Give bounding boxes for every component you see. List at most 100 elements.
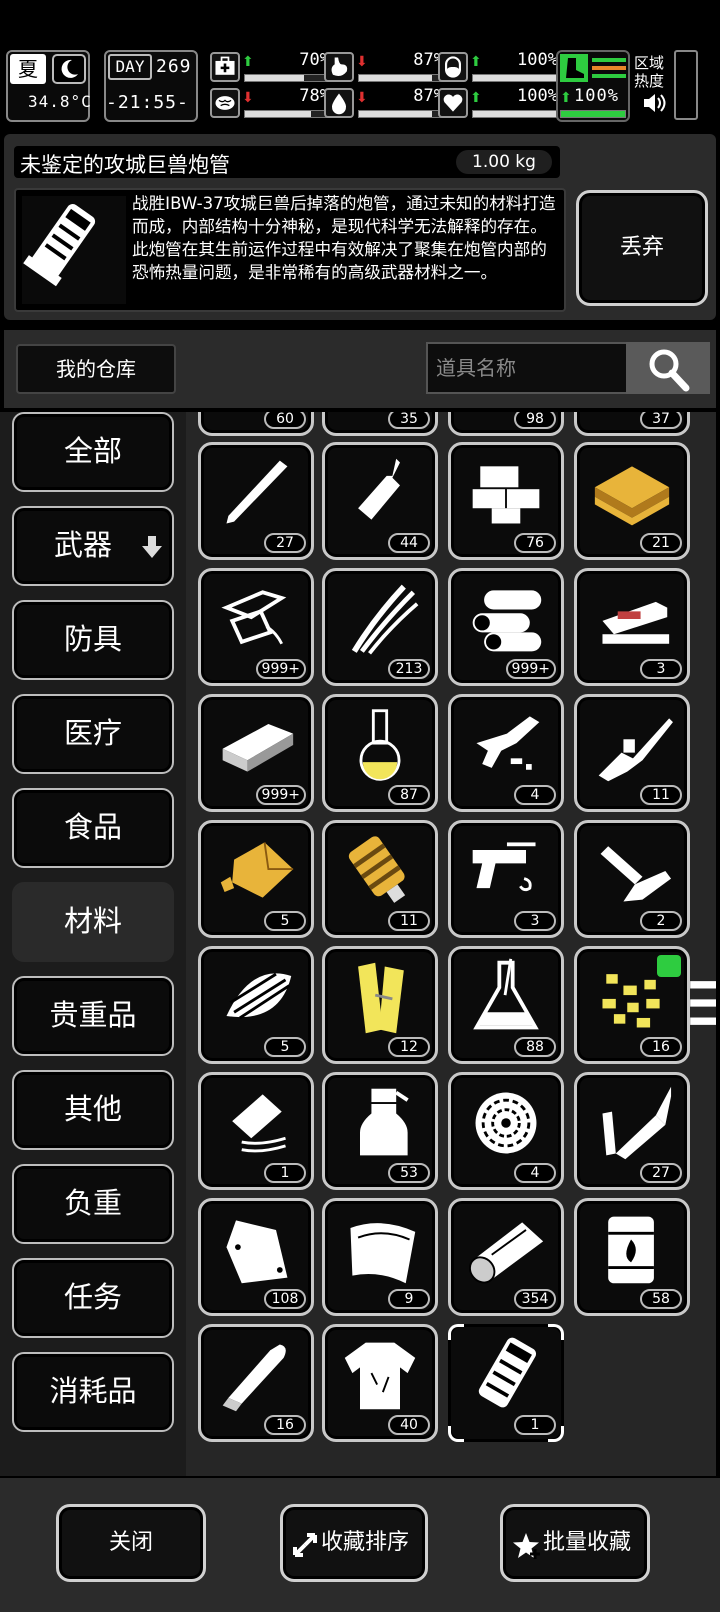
gold-wood-icon xyxy=(358,962,404,1034)
zone-heat-label: 区域 热度 xyxy=(634,54,665,90)
item-count: 999+ xyxy=(255,785,306,805)
bamboo-bundle-icon xyxy=(226,972,292,1020)
inventory-slot[interactable]: 11 xyxy=(574,694,690,812)
item-count: 11 xyxy=(388,911,430,931)
item-count: 37 xyxy=(640,412,682,429)
speaker-icon[interactable] xyxy=(642,92,666,114)
category-tab-4[interactable]: 食品 xyxy=(12,788,174,868)
favorite-sort-button[interactable]: 收藏排序 xyxy=(280,1504,428,1582)
warehouse-tab[interactable]: 我的仓库 xyxy=(16,344,176,394)
inventory-slot[interactable]: 76 xyxy=(448,442,564,560)
item-count: 9 xyxy=(388,1289,430,1309)
inventory-slot[interactable]: 87 xyxy=(322,694,438,812)
inventory-slot[interactable]: 9 xyxy=(322,1198,438,1316)
stat-trend-arrow: ⬇ xyxy=(356,54,368,70)
inventory-slot[interactable]: 88 xyxy=(448,946,564,1064)
category-tab-3[interactable]: 医疗 xyxy=(12,694,174,774)
category-tab-0[interactable]: 全部 xyxy=(12,412,174,492)
inventory-slot-partial[interactable]: 35 xyxy=(322,412,438,436)
item-count: 999+ xyxy=(505,659,556,679)
inventory-slot[interactable]: 108 xyxy=(198,1198,314,1316)
inventory-slot[interactable]: 58 xyxy=(574,1198,690,1316)
item-count: 27 xyxy=(640,1163,682,1183)
category-tab-5[interactable]: 材料 xyxy=(12,882,174,962)
stamina-trend-arrow: ⬆ xyxy=(560,90,572,106)
inventory-slot[interactable]: 11 xyxy=(322,820,438,938)
pistol-parts-icon xyxy=(472,842,536,892)
category-label: 贵重品 xyxy=(49,998,137,1032)
time-panel: DAY 269 -21:55- xyxy=(104,50,198,122)
category-tab-2[interactable]: 防具 xyxy=(12,600,174,680)
inventory-slot[interactable]: 21 xyxy=(574,442,690,560)
inventory-slot[interactable]: 40 xyxy=(322,1324,438,1442)
stat-bar xyxy=(358,74,444,82)
inventory-slot[interactable]: 3 xyxy=(574,568,690,686)
item-count: 354 xyxy=(514,1289,556,1309)
category-tab-9[interactable]: 任务 xyxy=(12,1258,174,1338)
inventory-slot[interactable]: 27 xyxy=(574,1072,690,1190)
status-bar: 夏 34.8°C DAY 269 -21:55- ⬆ 70% ⬇ 87% ⬆ 100% ⬇ 7… xyxy=(0,48,720,126)
inventory-slot[interactable]: 16 xyxy=(574,946,716,1064)
search-icon xyxy=(649,349,690,392)
stat-value: 100% xyxy=(517,86,558,106)
item-search-input[interactable] xyxy=(426,342,630,394)
category-tab-8[interactable]: 负重 xyxy=(12,1164,174,1244)
inventory-slot[interactable]: 53 xyxy=(322,1072,438,1190)
inventory-slot[interactable]: 999+ xyxy=(448,568,564,686)
inventory-slot[interactable]: 5 xyxy=(198,820,314,938)
inventory-slot-partial[interactable]: 98 xyxy=(448,412,564,436)
item-thumbnail xyxy=(22,196,126,304)
item-count: 40 xyxy=(388,1415,430,1435)
inventory-slot[interactable]: 999+ xyxy=(198,568,314,686)
inventory-slot[interactable]: 3 xyxy=(448,820,564,938)
inventory-slot-partial[interactable]: 60 xyxy=(198,412,314,436)
inventory-slot[interactable]: 999+ xyxy=(198,694,314,812)
inventory-slot[interactable]: 2 xyxy=(574,820,690,938)
inventory-slot[interactable]: 27 xyxy=(198,442,314,560)
discard-button[interactable]: 丢弃 xyxy=(576,190,708,306)
item-count: 87 xyxy=(388,785,430,805)
item-count: 58 xyxy=(640,1289,682,1309)
inventory-slot[interactable]: 213 xyxy=(322,568,438,686)
temperature-readout: 34.8°C xyxy=(28,92,92,111)
item-count: 2 xyxy=(640,911,682,931)
stat-value: 87% xyxy=(413,50,444,70)
stat-health: ⬆ 70% xyxy=(210,50,330,84)
inventory-slot[interactable]: 1 xyxy=(448,1324,564,1442)
item-count: 35 xyxy=(388,412,430,429)
close-button[interactable]: 关闭 xyxy=(56,1504,206,1582)
day-label: DAY xyxy=(108,54,152,80)
category-tab-7[interactable]: 其他 xyxy=(12,1070,174,1150)
inventory-slot[interactable]: 12 xyxy=(322,946,438,1064)
inventory-slot[interactable]: 1 xyxy=(198,1072,314,1190)
item-count: 21 xyxy=(640,533,682,553)
inventory-slot[interactable]: 16 xyxy=(198,1324,314,1442)
inventory-slot[interactable]: 44 xyxy=(322,442,438,560)
inventory-slot-partial[interactable]: 37 xyxy=(574,412,690,436)
cannon-barrel-icon xyxy=(23,204,96,287)
brick-icon xyxy=(222,724,294,772)
search-button[interactable] xyxy=(626,342,710,394)
water-drop-icon xyxy=(324,88,354,118)
wood-blocks-icon xyxy=(472,466,540,524)
day-counter: 269 xyxy=(156,56,192,77)
item-description: 战胜IBW-37攻城巨兽后掉落的炮管，通过未知的材料打造而成，内部结构十分神秘，… xyxy=(132,194,556,282)
batch-favorite-button[interactable]: 批量收藏 xyxy=(500,1504,650,1582)
item-count: 108 xyxy=(264,1289,306,1309)
item-count: 76 xyxy=(514,533,556,553)
inventory-slot[interactable]: 4 xyxy=(448,1072,564,1190)
category-tab-1[interactable]: 武器 xyxy=(12,506,174,586)
item-title-bar: 未鉴定的攻城巨兽炮管 1.00 kg xyxy=(14,146,560,178)
stomach-icon xyxy=(324,52,354,82)
category-tab-6[interactable]: 贵重品 xyxy=(12,976,174,1056)
category-tab-10[interactable]: 消耗品 xyxy=(12,1352,174,1432)
inventory-slot[interactable]: 4 xyxy=(448,694,564,812)
inventory-grid[interactable]: 60 35 98 37 27 44 76 21 999+ 213 999+ 3 999+ 87 4 11 5 11… xyxy=(186,412,716,1476)
item-name: 未鉴定的攻城巨兽炮管 xyxy=(20,153,230,177)
stat-mental: ⬇ 78% xyxy=(210,86,330,120)
item-count: 98 xyxy=(514,412,556,429)
inventory-slot[interactable]: 354 xyxy=(448,1198,564,1316)
category-label: 负重 xyxy=(63,1186,122,1220)
inventory-slot[interactable]: 5 xyxy=(198,946,314,1064)
swap-arrows-icon xyxy=(293,1533,317,1557)
